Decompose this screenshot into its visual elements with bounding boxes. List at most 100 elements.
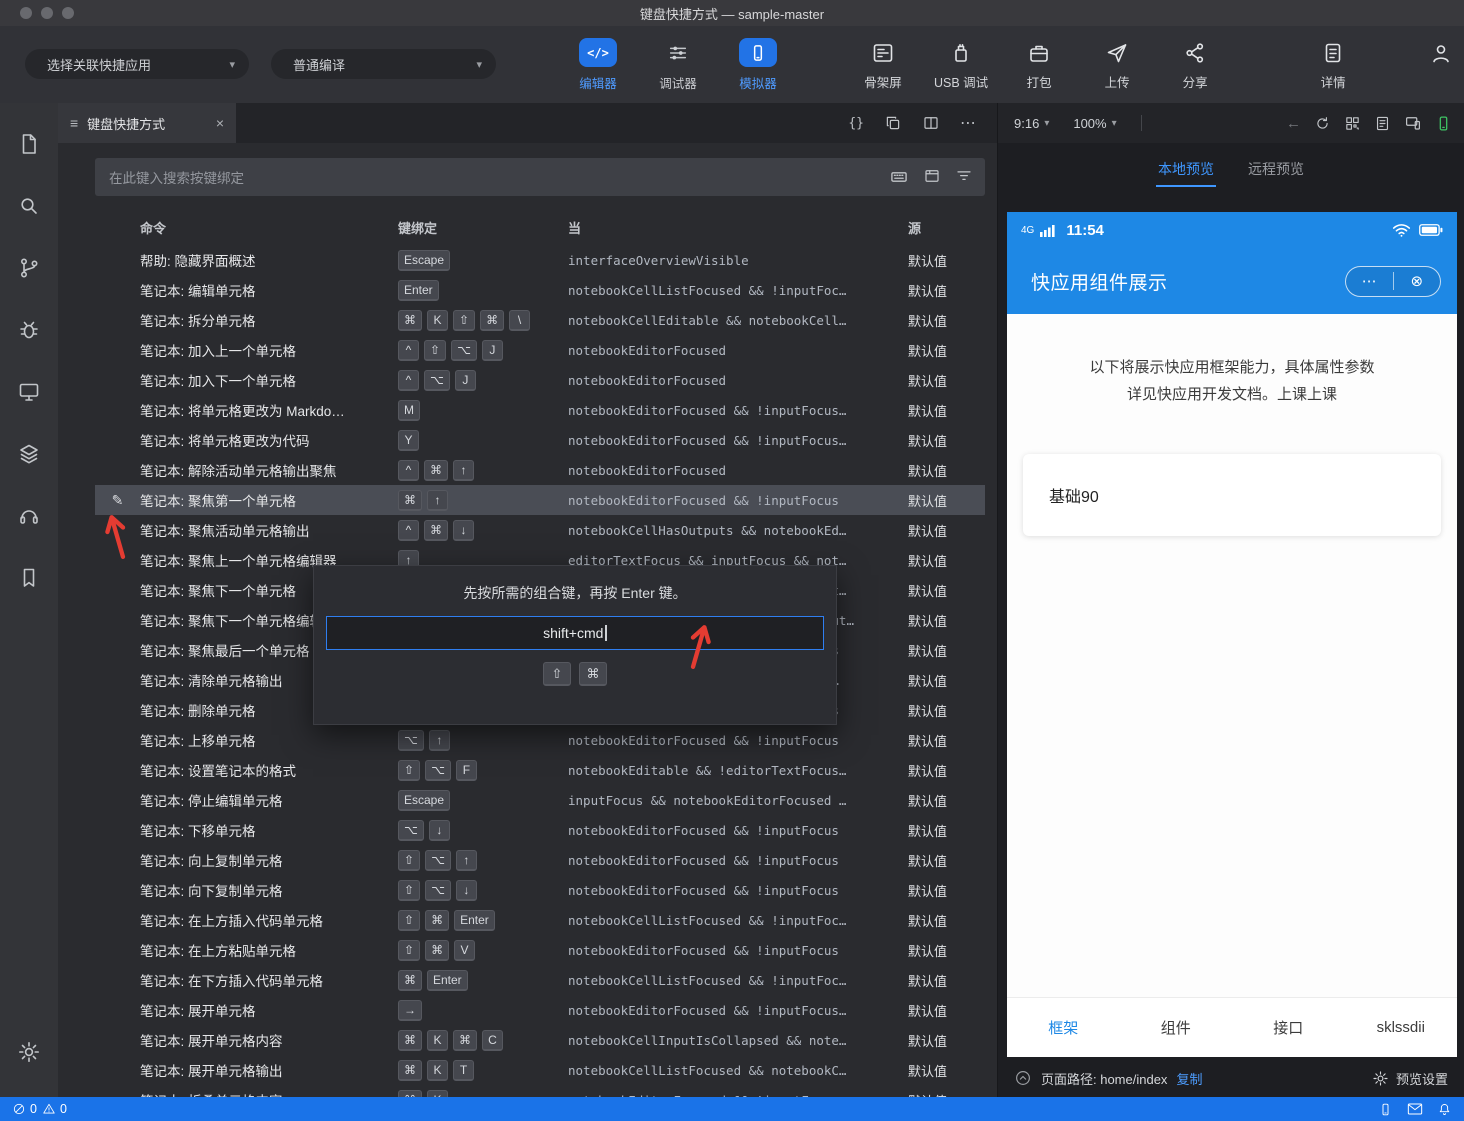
header-keybinding[interactable]: 键绑定 [398,218,568,237]
skeleton-screen-icon [871,40,895,66]
refresh-icon[interactable] [1314,115,1331,132]
zoom-window-button[interactable] [62,7,74,19]
source-control-button[interactable] [0,237,58,299]
table-row[interactable]: 笔记本: 上移单元格 ⌥ ↑ notebookEditorFocused && !… [95,725,985,755]
table-row[interactable]: 笔记本: 聚焦活动单元格输出 ^ ⌘ ↓ notebookCellHasOutput… [95,515,985,545]
row-when: notebookEditorFocused && !inputFocus… [568,432,847,448]
account-button[interactable] [1414,40,1464,66]
table-row[interactable]: 笔记本: 在下方插入代码单元格 ⌘ Enter notebookCellListF… [95,965,985,995]
back-arrow-icon[interactable]: ← [1286,115,1301,132]
table-row[interactable]: 笔记本: 解除活动单元格输出聚焦 ^ ⌘ ↑ notebookEditorFocus… [95,455,985,485]
copy-path-button[interactable]: 复制 [1176,1069,1202,1088]
split-editor-button[interactable] [922,114,940,132]
related-app-select[interactable]: 选择关联快捷应用 ▾ [25,49,249,79]
row-source: 默认值 [908,463,948,479]
nav-api[interactable]: 接口 [1232,1017,1345,1038]
minimize-window-button[interactable] [41,7,53,19]
simulator-mode-button[interactable]: 模拟器 [729,38,787,92]
screen-mirror-icon[interactable] [1404,114,1422,132]
table-row[interactable]: 笔记本: 向下复制单元格 ⇧ ⌥ ↓ notebookEditorFocused &… [95,875,985,905]
bookmark-button[interactable] [0,547,58,609]
basic-card[interactable]: 基础90 [1023,454,1441,536]
zoom-select[interactable]: 100% ▾ [1073,116,1116,131]
phone-icon [739,38,777,67]
copy-icon[interactable] [884,114,902,132]
more-menu-button[interactable]: ⋯ [1346,272,1393,290]
table-row[interactable]: 笔记本: 拆分单元格 ⌘ K ⇧ ⌘ \ notebookCellEditable &&… [95,305,985,335]
table-row[interactable]: 笔记本: 折叠单元格内容 ⌘K notebookEditorFocused &&… [95,1085,985,1097]
aspect-ratio-select[interactable]: 9:16 ▾ [1014,116,1049,131]
debug-button[interactable] [0,299,58,361]
usb-debug-button[interactable]: USB 调试 [934,40,988,91]
window-titlebar: 键盘快捷方式 — sample-master [0,0,1464,26]
package-button[interactable]: 打包 [1012,40,1066,91]
table-row[interactable]: 笔记本: 在上方插入代码单元格 ⇧ ⌘ Enter notebookCellList… [95,905,985,935]
close-app-button[interactable]: ⊗ [1394,272,1441,290]
qr-code-icon[interactable] [1344,115,1361,132]
row-keybinding: M [398,399,568,421]
table-row[interactable]: 帮助: 隐藏界面概述 Escape interfaceOverviewVisib… [95,245,985,275]
table-row[interactable]: 笔记本: 展开单元格输出 ⌘ K T notebookCellListFocused… [95,1055,985,1085]
skeleton-screen-button[interactable]: 骨架屏 [856,40,910,91]
tab-close-icon[interactable]: × [216,115,224,131]
table-row[interactable]: 笔记本: 停止编辑单元格 Escape inputFocus && notebo… [95,785,985,815]
sort-precedence-icon[interactable] [923,167,941,187]
device-view-button[interactable] [0,361,58,423]
build-mode-select[interactable]: 普通编译 ▾ [271,49,496,79]
warnings-indicator[interactable]: 0 [42,1102,67,1116]
table-row[interactable]: 笔记本: 在上方粘贴单元格 ⇧ ⌘ V notebookEditorFocused … [95,935,985,965]
remote-device-icon[interactable] [1378,1102,1393,1117]
header-when[interactable]: 当 [568,218,908,237]
open-keybindings-json-button[interactable]: {} [848,116,864,131]
keybinding-search-input[interactable]: 在此键入搜索按键绑定 [95,158,985,196]
table-row[interactable]: 笔记本: 编辑单元格 Enter notebookCellListFocused… [95,275,985,305]
editor-mode-button[interactable]: </> 编辑器 [569,38,627,92]
close-window-button[interactable] [20,7,32,19]
row-edit-pencil-icon[interactable]: ✎ [95,492,140,509]
nav-components[interactable]: 组件 [1120,1017,1233,1038]
table-row[interactable]: 笔记本: 将单元格更改为代码 Y notebookEditorFocused &… [95,425,985,455]
table-row[interactable]: 笔记本: 向上复制单元格 ⇧ ⌥ ↑ notebookEditorFocused &… [95,845,985,875]
tab-keyboard-shortcuts[interactable]: ≡ 键盘快捷方式 × [58,103,236,143]
upload-button[interactable]: 上传 [1090,40,1144,91]
run-on-device-icon[interactable] [1435,115,1452,132]
table-row[interactable]: 笔记本: 设置笔记本的格式 ⇧ ⌥ F notebookEditable && !e… [95,755,985,785]
scan-preview-icon[interactable] [1374,115,1391,132]
share-button[interactable]: 分享 [1168,40,1222,91]
row-command: 笔记本: 设置笔记本的格式 [140,764,297,779]
keybinding-input[interactable]: shift+cmd [326,616,824,650]
search-button[interactable] [0,175,58,237]
clear-filter-icon[interactable] [955,167,973,187]
errors-indicator[interactable]: 0 [12,1102,37,1116]
row-keybinding: ⌘ Enter [398,969,568,991]
explorer-button[interactable] [0,113,58,175]
support-button[interactable] [0,485,58,547]
table-row[interactable]: 笔记本: 下移单元格 ⌥ ↓ notebookEditorFocused && !… [95,815,985,845]
nav-framework[interactable]: 框架 [1007,1017,1120,1038]
mail-icon[interactable] [1407,1102,1423,1116]
sliders-icon [659,38,697,67]
extensions-button[interactable] [0,423,58,485]
header-source[interactable]: 源 [908,218,985,237]
tab-remote-preview[interactable]: 远程预览 [1246,153,1306,187]
row-when: notebookCellListFocused && !inputFoc… [568,972,847,988]
bell-icon[interactable] [1437,1102,1452,1117]
table-row[interactable]: 笔记本: 展开单元格 → notebookEditorFocused && !i… [95,995,985,1025]
table-row[interactable]: 笔记本: 将单元格更改为 Markdo… M notebookEditorFoc… [95,395,985,425]
tab-local-preview[interactable]: 本地预览 [1156,153,1216,187]
more-actions-button[interactable]: ⋯ [960,113,977,133]
table-row[interactable]: 笔记本: 加入下一个单元格 ^ ⌥ J notebookEditorFocused … [95,365,985,395]
table-row[interactable]: 笔记本: 展开单元格内容 ⌘ K ⌘ C notebookCellInputIsCol… [95,1025,985,1055]
app-description: 以下将展示快应用框架能力，具体属性参数 详见快应用开发文档。上课上课 [1089,359,1375,403]
settings-button[interactable] [0,1021,58,1083]
table-row[interactable]: ✎ 笔记本: 聚焦第一个单元格 ⌘ ↑ notebookEditorFocused… [95,485,985,515]
record-keys-icon[interactable] [889,167,909,187]
preview-settings-button[interactable]: 预览设置 [1372,1069,1448,1088]
debugger-mode-button[interactable]: 调试器 [649,38,707,92]
collapse-icon[interactable] [1014,1069,1032,1087]
header-command[interactable]: 命令 [140,218,398,237]
detail-button[interactable]: 详情 [1306,40,1360,91]
table-row[interactable]: 笔记本: 加入上一个单元格 ^ ⇧ ⌥ J notebookEditorFocused… [95,335,985,365]
nav-custom[interactable]: sklssdii [1345,1019,1458,1036]
phone-preview: 4G 11:54 快应用组件展示 ⋯ ⊗ 以下将展示快应用框架能力，具体属性参数… [1007,212,1457,1057]
